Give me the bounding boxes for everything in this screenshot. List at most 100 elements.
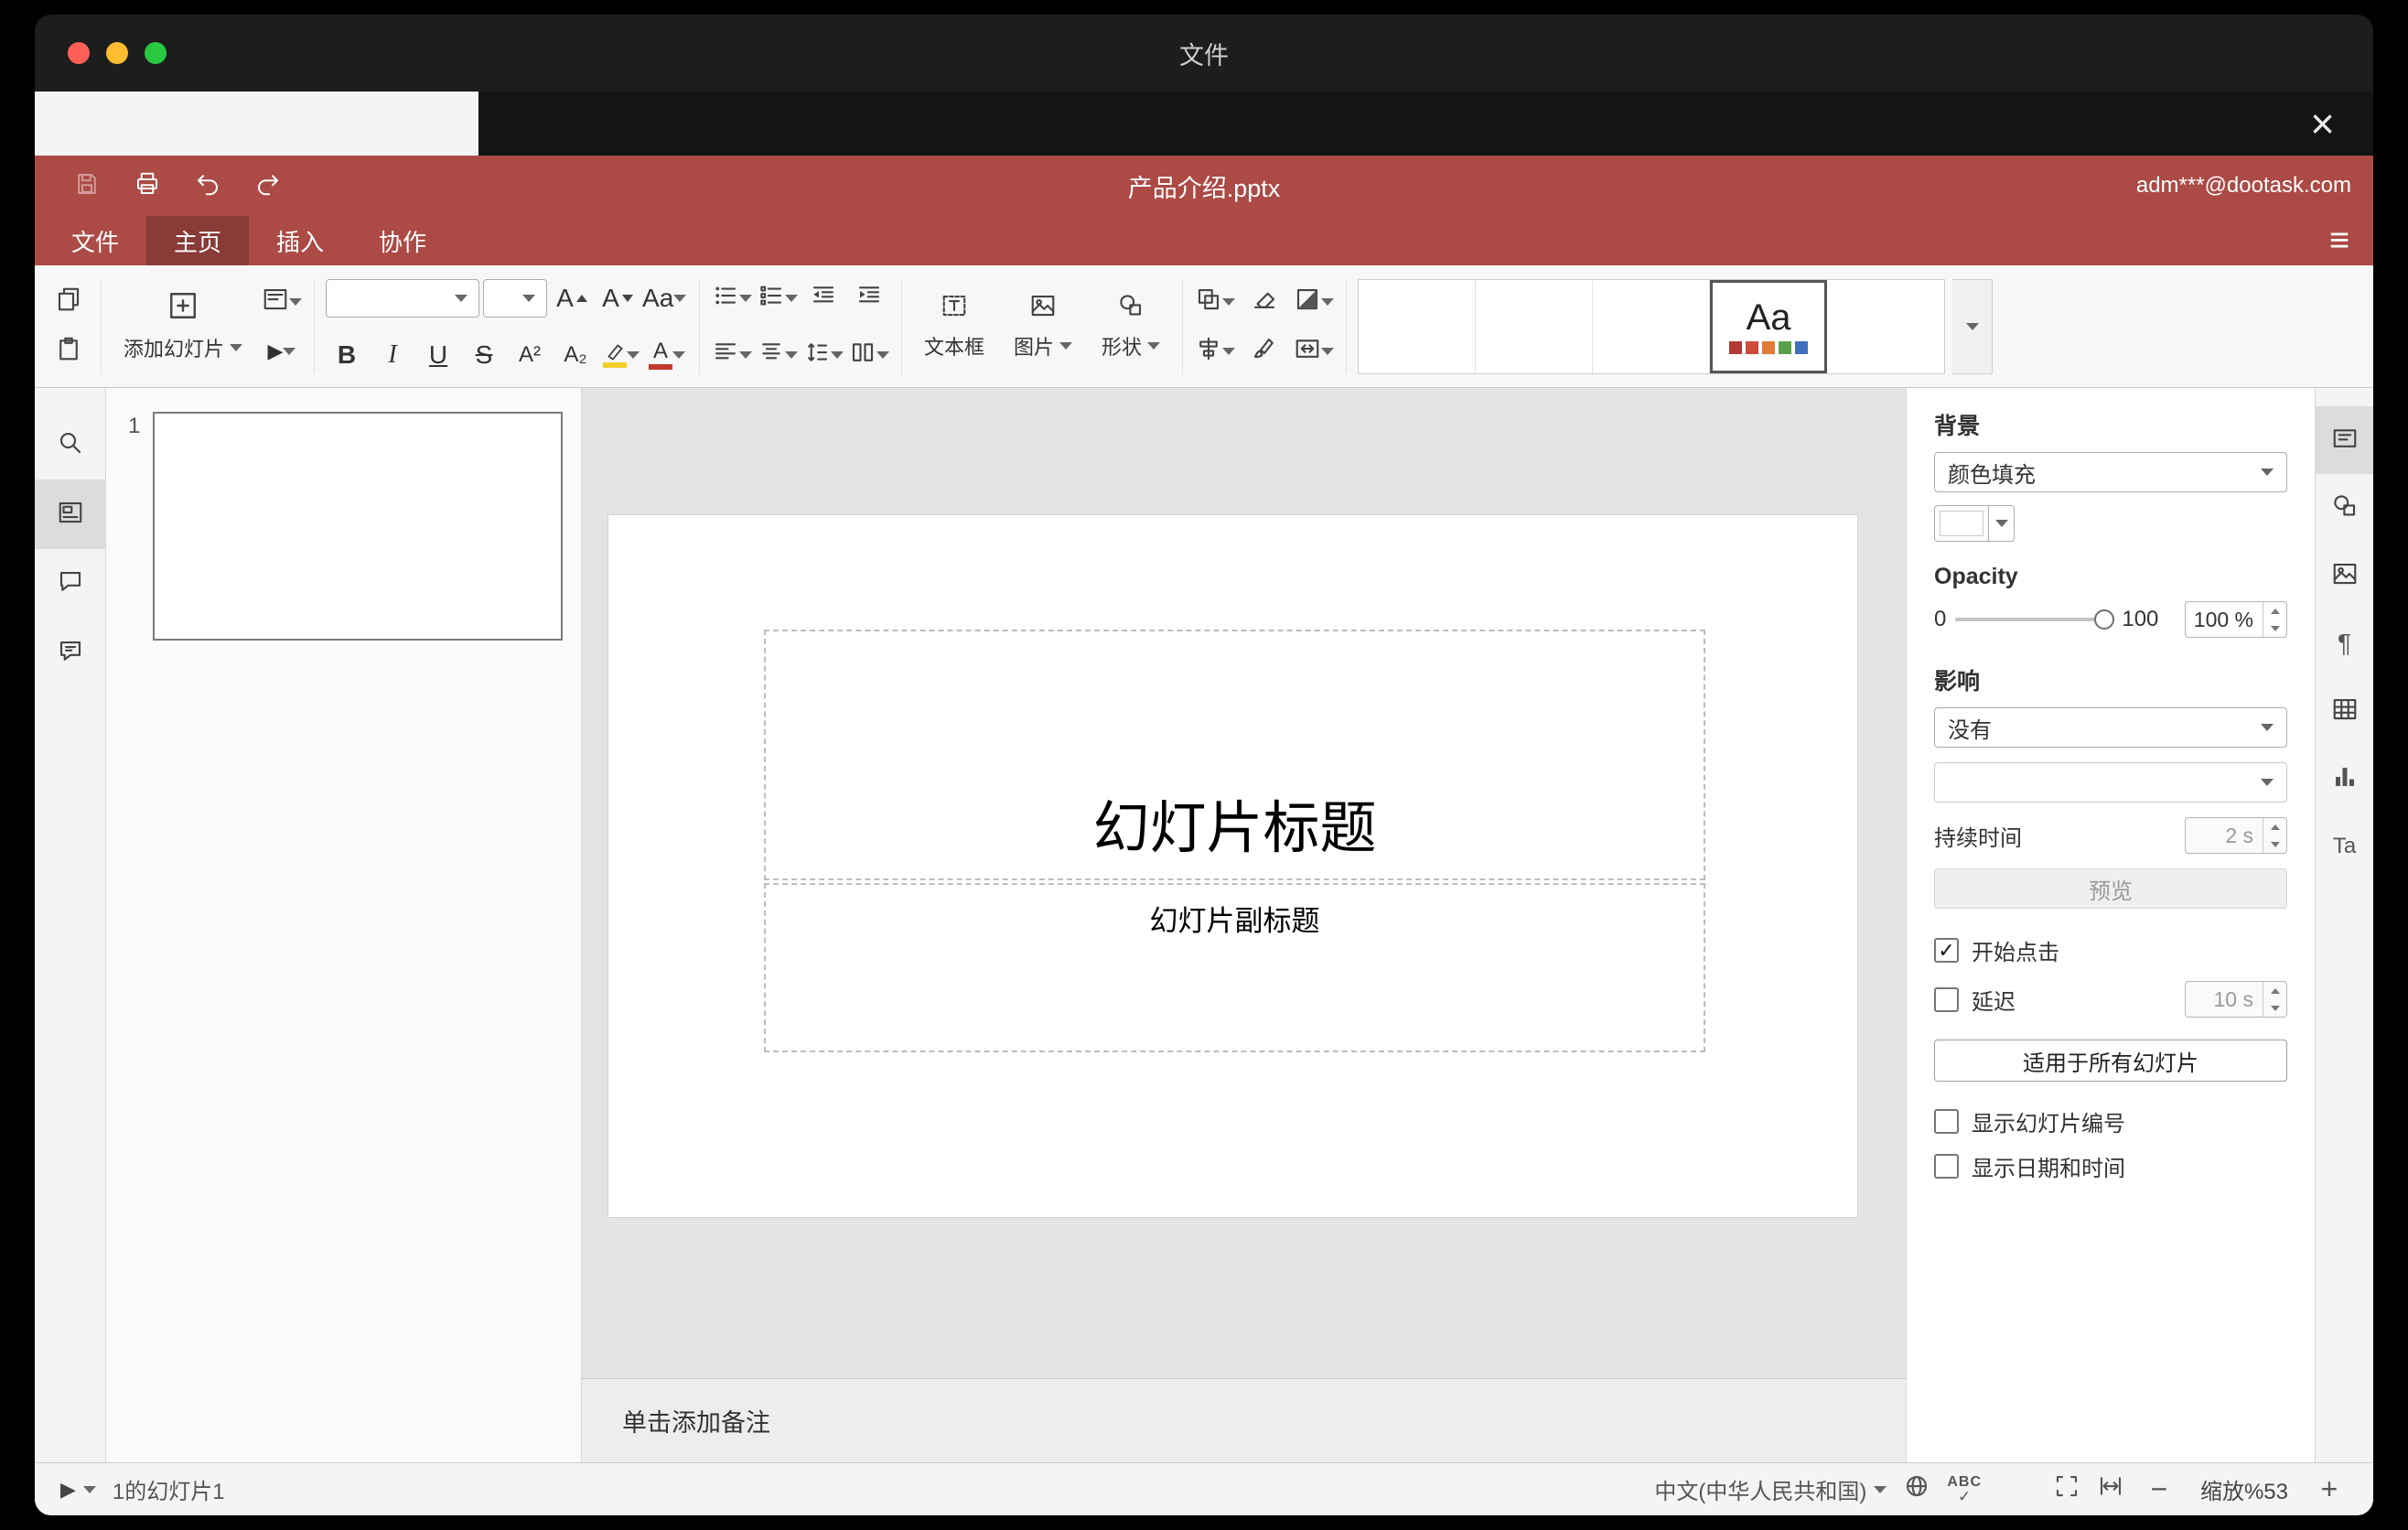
slide-canvas[interactable]: 幻灯片标题 幻灯片副标题 xyxy=(582,388,1906,1378)
paragraph-settings-button[interactable]: ¶ xyxy=(2316,609,2373,677)
spinner-down-icon[interactable] xyxy=(2270,841,2280,847)
show-slide-number-checkbox[interactable] xyxy=(1934,1109,1959,1134)
effect-select[interactable]: 没有 xyxy=(1934,707,2287,748)
zoom-window-button[interactable] xyxy=(145,42,167,64)
theme-slot-1[interactable] xyxy=(1359,279,1477,373)
image-settings-button[interactable] xyxy=(2316,542,2373,609)
hamburger-menu-icon[interactable]: ≡ xyxy=(2329,216,2349,265)
spinner-up-icon[interactable] xyxy=(2270,608,2280,614)
zoom-level[interactable]: 缩放%53 xyxy=(2194,1473,2295,1505)
tab-file[interactable]: 文件 xyxy=(44,216,146,265)
fit-width-button[interactable] xyxy=(2097,1472,2124,1506)
insert-textbox-button[interactable]: 文本框 xyxy=(913,270,995,383)
set-language-button[interactable] xyxy=(1903,1472,1930,1506)
subtitle-placeholder[interactable]: 幻灯片副标题 xyxy=(764,883,1705,1052)
insert-shape-button[interactable]: 形状 xyxy=(1091,270,1171,383)
title-placeholder[interactable]: 幻灯片标题 xyxy=(764,630,1705,880)
strikethrough-button[interactable]: S xyxy=(463,332,505,378)
delay-checkbox[interactable] xyxy=(1934,986,1959,1012)
slide-fill-button[interactable] xyxy=(1293,279,1335,325)
start-on-click-checkbox[interactable]: ✓ xyxy=(1934,938,1959,963)
columns-button[interactable] xyxy=(848,332,890,378)
italic-button[interactable]: I xyxy=(371,332,414,378)
spinner-up-icon[interactable] xyxy=(2270,987,2280,994)
subscript-button[interactable]: A₂ xyxy=(554,332,597,378)
shape-settings-button[interactable] xyxy=(2316,474,2373,542)
spinner-arrows[interactable] xyxy=(2263,818,2286,853)
align-shapes-button[interactable] xyxy=(1194,329,1236,374)
slide-settings-button[interactable] xyxy=(2316,406,2373,474)
delay-spinner[interactable]: 10 s xyxy=(2185,981,2287,1018)
tab-collaboration[interactable]: 协作 xyxy=(351,216,454,265)
print-button[interactable] xyxy=(117,160,177,211)
fill-type-select[interactable]: 颜色填充 xyxy=(1934,452,2287,492)
bullets-button[interactable] xyxy=(711,275,753,321)
zoom-out-button[interactable]: − xyxy=(2141,1472,2177,1506)
table-settings-button[interactable] xyxy=(2316,677,2373,745)
numbering-button[interactable] xyxy=(757,275,799,321)
arrange-button[interactable] xyxy=(1194,279,1236,325)
copy-button[interactable] xyxy=(48,279,90,325)
shrink-font-button[interactable]: A xyxy=(597,275,639,321)
add-slide-button[interactable]: 添加幻灯片 xyxy=(113,270,253,383)
slide-layout-button[interactable] xyxy=(261,279,303,325)
effect-type-select[interactable] xyxy=(1934,762,2287,803)
slide-thumbnail[interactable] xyxy=(153,412,563,641)
bold-button[interactable]: B xyxy=(326,332,368,378)
font-size-select[interactable] xyxy=(483,278,548,318)
close-preview-icon[interactable]: × xyxy=(2310,102,2335,145)
vertical-align-button[interactable] xyxy=(757,332,799,378)
theme-slot-2[interactable] xyxy=(1476,279,1594,373)
slide-size-button[interactable] xyxy=(1293,329,1335,374)
spinner-down-icon[interactable] xyxy=(2270,625,2280,631)
color-picker-expand[interactable] xyxy=(1988,506,2014,541)
paste-button[interactable] xyxy=(48,329,90,374)
redo-button[interactable] xyxy=(238,160,298,211)
decrease-indent-button[interactable] xyxy=(802,275,844,321)
textart-settings-button[interactable]: Ta xyxy=(2316,813,2373,880)
font-color-button[interactable]: A xyxy=(646,332,688,378)
notes-area[interactable]: 单击添加备注 xyxy=(582,1378,1906,1462)
theme-slot-selected[interactable]: Aa xyxy=(1710,279,1828,373)
slide-surface[interactable]: 幻灯片标题 幻灯片副标题 xyxy=(607,514,1858,1218)
slider-knob[interactable] xyxy=(2094,609,2115,630)
slides-panel-button[interactable] xyxy=(35,479,105,549)
font-name-select[interactable] xyxy=(326,278,480,318)
change-case-button[interactable]: Aa xyxy=(642,275,687,321)
fit-slide-button[interactable] xyxy=(2053,1472,2080,1506)
opacity-slider[interactable] xyxy=(1955,608,2115,631)
highlight-color-button[interactable] xyxy=(600,332,642,378)
duration-spinner[interactable]: 2 s xyxy=(2185,817,2287,854)
show-datetime-checkbox[interactable] xyxy=(1934,1154,1959,1179)
underline-button[interactable]: U xyxy=(417,332,459,378)
spinner-up-icon[interactable] xyxy=(2270,824,2280,830)
insert-image-button[interactable]: 图片 xyxy=(1003,270,1083,383)
superscript-button[interactable]: A² xyxy=(509,332,551,378)
language-selector[interactable]: 中文(中华人民共和国) xyxy=(1654,1473,1887,1505)
spinner-arrows[interactable] xyxy=(2263,982,2286,1017)
minimize-window-button[interactable] xyxy=(106,42,128,64)
theme-slot-3[interactable] xyxy=(1593,279,1711,373)
comments-panel-button[interactable] xyxy=(35,549,105,619)
clear-style-button[interactable] xyxy=(1243,279,1285,325)
horizontal-align-button[interactable] xyxy=(711,332,753,378)
close-window-button[interactable] xyxy=(68,42,90,64)
theme-gallery-expand-button[interactable] xyxy=(1952,278,1994,374)
theme-slot-5[interactable] xyxy=(1827,279,1945,373)
line-spacing-button[interactable] xyxy=(802,332,844,378)
spinner-down-icon[interactable] xyxy=(2270,1005,2280,1011)
opacity-spinner[interactable]: 100 % xyxy=(2185,601,2287,638)
start-slideshow-status-button[interactable]: ▶ xyxy=(60,1478,96,1502)
copy-style-button[interactable] xyxy=(1243,329,1285,374)
spellcheck-button[interactable]: ABC ✓ xyxy=(1947,1474,1982,1504)
chart-settings-button[interactable] xyxy=(2316,745,2373,813)
tab-insert[interactable]: 插入 xyxy=(249,216,351,265)
increase-indent-button[interactable] xyxy=(848,275,890,321)
grow-font-button[interactable]: A xyxy=(551,275,593,321)
undo-button[interactable] xyxy=(177,160,238,211)
chat-panel-button[interactable] xyxy=(35,619,105,688)
preview-button[interactable]: 预览 xyxy=(1934,868,2287,909)
start-slideshow-button[interactable]: ▶ xyxy=(261,329,303,374)
save-button[interactable] xyxy=(57,160,117,211)
tab-home[interactable]: 主页 xyxy=(146,216,250,265)
